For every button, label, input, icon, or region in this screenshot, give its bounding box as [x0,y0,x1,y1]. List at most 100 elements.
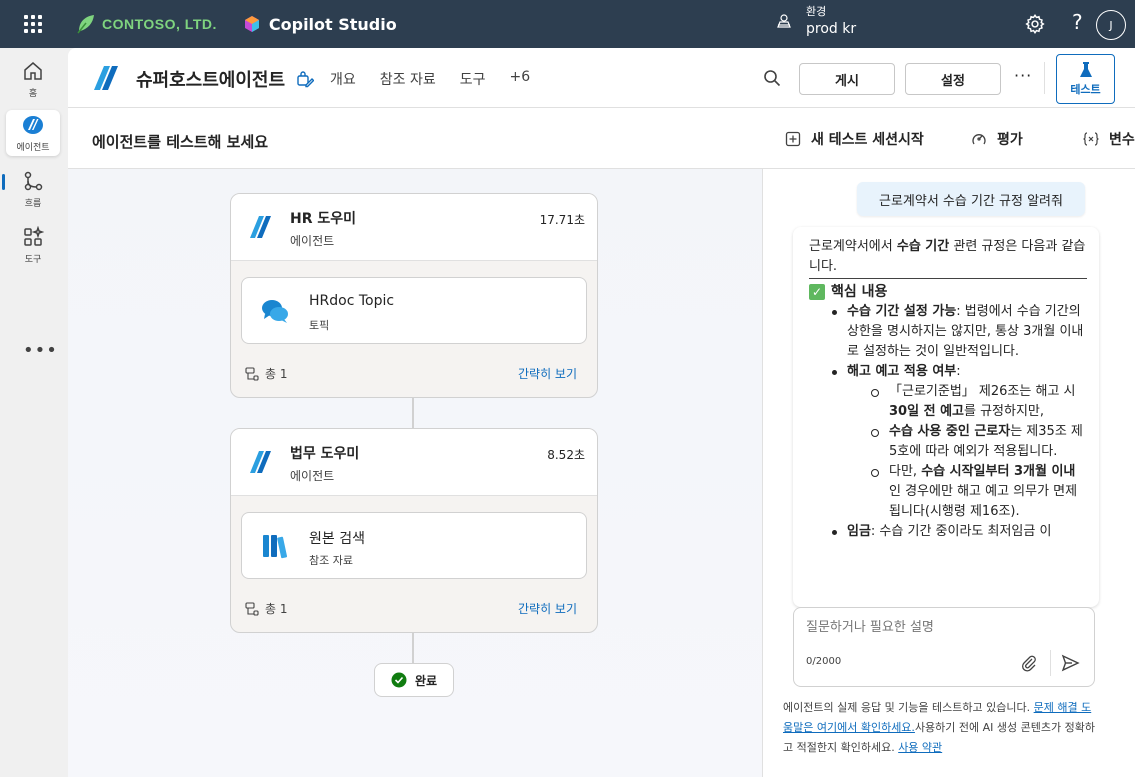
waffle-icon [24,15,42,33]
test-panel-title: 에이전트를 테스트해 보세요 [92,133,269,151]
attach-icon[interactable] [1020,654,1038,672]
tab-tools[interactable]: 도구 [460,69,486,89]
card-total: 총 1 [245,365,288,382]
rail-item-flows[interactable]: 흐름 [6,166,60,212]
test-button-label: 테스트 [1070,83,1101,96]
connector-line [412,632,414,663]
rail-item-tools[interactable]: 도구 [6,222,60,268]
new-test-session-button[interactable]: 새 테스트 세션시작 [785,129,924,149]
agent-card-hr[interactable]: HR 도우미 에이전트 17.71초 HRdoc Topic 토픽 총 1 간략… [230,193,598,398]
environment-value: prod kr [806,21,857,37]
rail-label-home: 홈 [28,88,38,99]
evaluate-button[interactable]: 평가 [971,129,1023,149]
check-box-icon: ✓ [809,284,825,300]
terms-link[interactable]: 사용 약관 [898,741,942,754]
new-test-session-label: 새 테스트 세션시작 [811,132,924,148]
settings-button[interactable]: 설정 [905,63,1001,95]
knowledge-node[interactable]: 원본 검색 참조 자료 [241,512,587,579]
agent-card-type: 에이전트 [290,469,335,483]
card-total-label: 총 1 [265,367,288,381]
send-icon[interactable] [1060,653,1080,673]
header-divider [1044,62,1045,94]
agent-name: 슈퍼호스트에이전트 [136,70,286,91]
environment-picker[interactable]: 환경 prod kr [776,4,856,38]
add-icon [785,131,801,147]
agents-icon [23,115,43,134]
list-item: 임금: 수습 기간 중이라도 최저임금 이 [809,522,1087,542]
home-icon [24,61,42,80]
chat-bubbles-icon [262,300,288,323]
flask-icon [1079,62,1092,77]
agent-header: 슈퍼호스트에이전트 개요 참조 자료 도구 +6 게시 설정 ··· 테스트 [68,48,1135,108]
agent-card-title: HR 도우미 [290,211,357,227]
books-icon [263,535,288,559]
rail-item-agents[interactable]: 에이전트 [6,110,60,156]
composer-divider [1050,650,1051,676]
tab-overview[interactable]: 개요 [330,69,356,89]
agent-edit-icon[interactable] [296,70,314,88]
bot-intro: 근로계약서에서 수습 기간 관련 규정은 다음과 같습니다. [809,237,1087,279]
org-name: CONTOSO, LTD. [102,16,217,32]
agent-logo-icon [94,66,118,90]
agent-card-type: 에이전트 [290,234,335,248]
activity-map-canvas: HR 도우미 에이전트 17.71초 HRdoc Topic 토픽 총 1 간략… [68,169,762,777]
product[interactable]: Copilot Studio [243,15,397,34]
card-total-label: 총 1 [265,602,288,616]
left-rail: 홈 에이전트 흐름 도구 ••• [0,48,68,777]
agent-logo-icon [250,451,271,473]
list-item: 해고 예고 적용 여부: [809,362,1087,382]
collapse-link[interactable]: 간략히 보기 [518,365,577,382]
product-name: Copilot Studio [268,14,397,34]
steps-icon [245,366,259,381]
main-panel: 슈퍼호스트에이전트 개요 참조 자료 도구 +6 게시 설정 ··· 테스트 에… [68,48,1135,777]
avatar[interactable]: J [1096,10,1126,40]
card-total: 총 1 [245,600,288,617]
more-options-icon[interactable]: ··· [1014,66,1032,85]
list-item: 다만, 수습 시작일부터 3개월 이내인 경우에만 해고 예고 의무가 면제됩니… [809,462,1087,522]
agent-card-legal[interactable]: 법무 도우미 에이전트 8.52초 원본 검색 참조 자료 총 1 간략히 보기 [230,428,598,633]
list-item: 「근로기준법」 제26조는 해고 시 30일 전 예고를 규정하지만, [809,382,1087,422]
agent-card-header: HR 도우미 에이전트 17.71초 [231,194,597,261]
connector-line [412,397,414,429]
test-button[interactable]: 테스트 [1056,54,1115,104]
org-brand: CONTOSO, LTD. [76,13,217,35]
variables-button[interactable]: 변수 [1083,129,1135,149]
topic-node-title: HRdoc Topic [309,293,395,309]
evaluate-label: 평가 [997,132,1023,148]
gear-icon[interactable] [1024,13,1046,35]
top-bar: CONTOSO, LTD. Copilot Studio 환경 prod kr … [0,0,1135,48]
test-subheader: 에이전트를 테스트해 보세요 새 테스트 세션시작 평가 변수 [68,109,1135,169]
variables-icon [1083,132,1099,146]
agent-nav-tabs: 개요 참조 자료 도구 +6 [330,69,554,89]
tab-more[interactable]: +6 [510,69,531,89]
list-item: 수습 사용 중인 근로자는 제35조 제5호에 따라 예외가 적용됩니다. [809,422,1087,462]
agent-card-title: 법무 도우미 [290,446,360,462]
steps-icon [245,601,259,616]
knowledge-node-title: 원본 검색 [309,531,365,547]
agent-card-duration: 8.52초 [547,448,585,462]
bot-list: 수습 기간 설정 가능: 법령에서 수습 기간의 상한을 명시하지는 않지만, … [809,302,1087,542]
topic-node[interactable]: HRdoc Topic 토픽 [241,277,587,344]
rail-more-icon[interactable]: ••• [23,340,58,361]
collapse-link[interactable]: 간략히 보기 [518,600,577,617]
completed-label: 완료 [414,673,438,688]
agent-card-duration: 17.71초 [539,213,585,227]
rail-label-tools: 도구 [24,254,42,265]
check-circle-icon [391,672,407,688]
evaluate-icon [972,134,986,145]
publish-button[interactable]: 게시 [799,63,895,95]
rail-active-indicator [2,174,5,190]
rail-item-home[interactable]: 홈 [6,56,60,102]
bot-message: 근로계약서에서 수습 기간 관련 규정은 다음과 같습니다. ✓ 핵심 내용 수… [793,227,1099,607]
rail-label-flows: 흐름 [24,198,42,209]
flows-icon [24,171,43,190]
search-icon[interactable] [763,69,781,87]
tab-knowledge[interactable]: 참조 자료 [380,69,436,89]
chat-input[interactable] [806,620,1076,635]
help-icon[interactable]: ? [1072,10,1083,34]
char-count: 0/2000 [806,656,842,667]
copilot-studio-logo-icon [244,16,259,32]
variables-label: 변수 [1109,132,1135,148]
rail-label-agents: 에이전트 [16,142,50,153]
app-launcher-button[interactable] [0,0,66,48]
